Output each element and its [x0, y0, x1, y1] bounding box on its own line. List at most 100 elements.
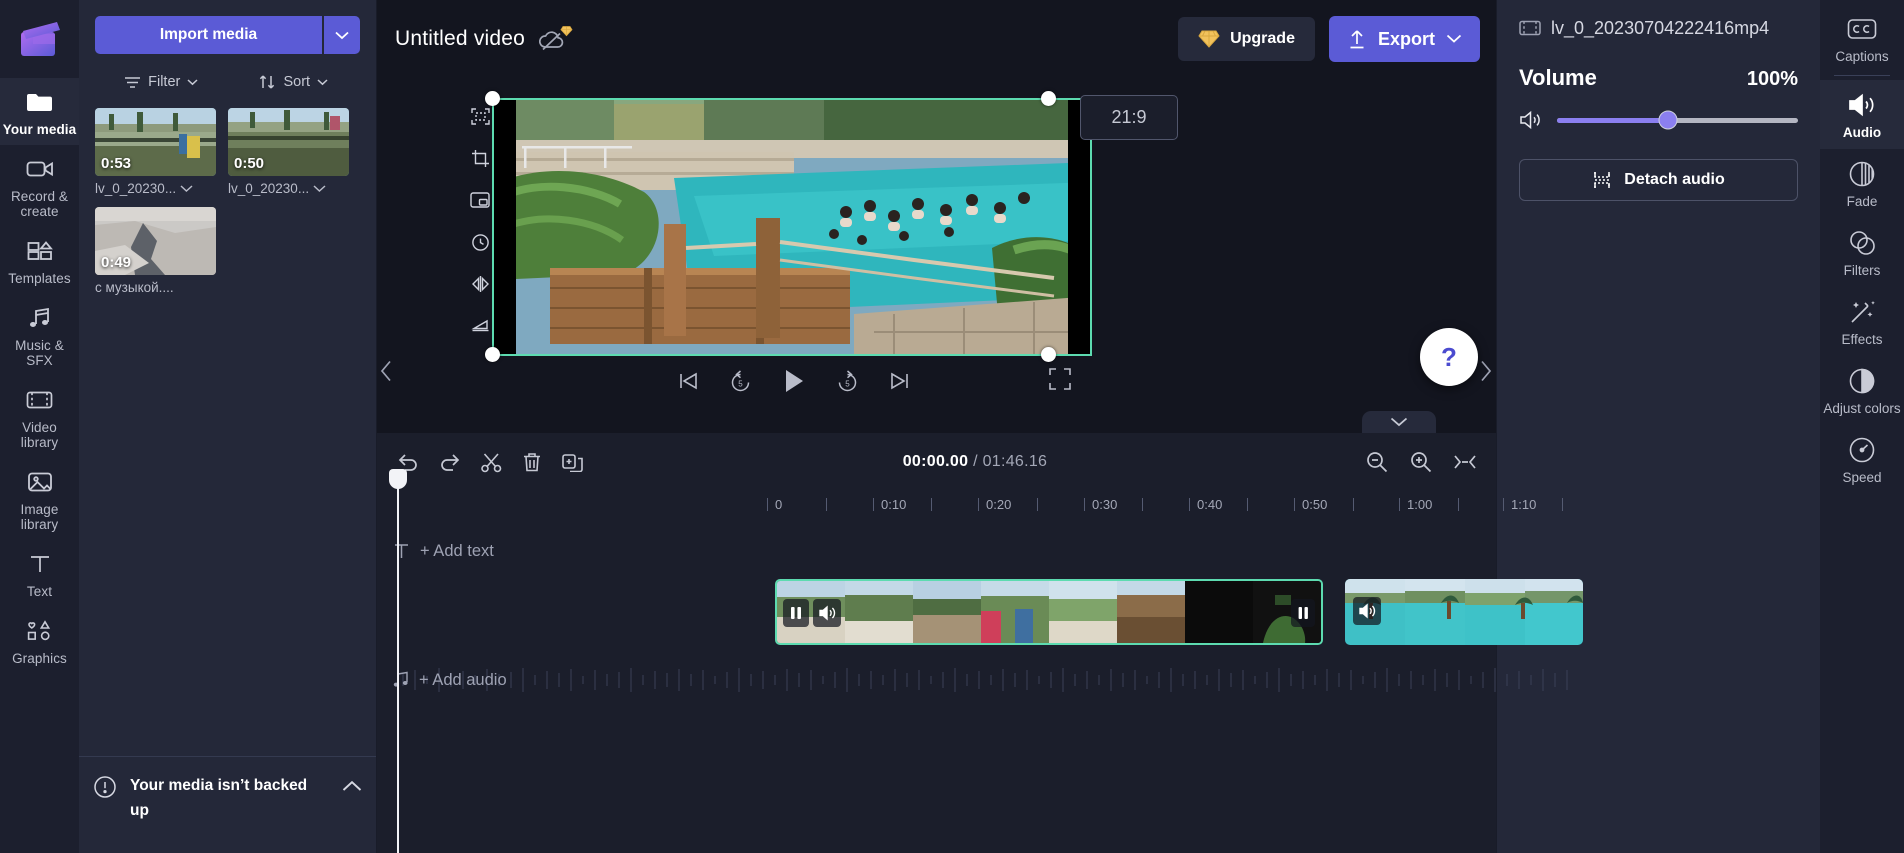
- right-rail-item-label: Captions: [1835, 49, 1889, 64]
- export-button[interactable]: Export: [1328, 16, 1480, 62]
- panel-collapse-right-button[interactable]: [1479, 360, 1492, 388]
- volume-row: Volume 100%: [1519, 65, 1798, 91]
- timeline-clip[interactable]: [775, 579, 1323, 645]
- sort-label: Sort: [283, 74, 311, 90]
- fit-timeline-button[interactable]: [1454, 452, 1476, 472]
- backup-notice-text: Your media isn’t backed up: [130, 777, 308, 819]
- media-thumbnail[interactable]: 0:50: [228, 108, 349, 176]
- left-nav-rail: Your media Record & create Templates Mus…: [0, 0, 79, 853]
- redo-button[interactable]: [439, 452, 461, 472]
- speaker-icon: [819, 605, 836, 621]
- right-rail-item-filters[interactable]: Filters: [1820, 218, 1904, 287]
- right-rail-item-label: Speed: [1842, 470, 1882, 485]
- volume-slider-knob[interactable]: [1658, 110, 1678, 130]
- skip-to-end-button[interactable]: [889, 370, 911, 392]
- timeline-clip[interactable]: [1345, 579, 1583, 645]
- media-item[interactable]: 0:50 lv_0_20230...: [228, 108, 349, 196]
- sidebar-item-graphics[interactable]: Graphics: [0, 607, 79, 674]
- video-title[interactable]: Untitled video: [395, 27, 525, 51]
- media-item[interactable]: 0:49 с музыкой....: [95, 207, 216, 295]
- import-media-dropdown-button[interactable]: [324, 16, 360, 54]
- sidebar-item-video-library[interactable]: Video library: [0, 376, 79, 458]
- video-canvas[interactable]: [492, 98, 1092, 356]
- audio-waveform: [402, 668, 1568, 692]
- fit-frame-button[interactable]: [461, 100, 499, 132]
- fullscreen-button[interactable]: [1049, 368, 1071, 395]
- rewind-5-icon: 5: [731, 369, 750, 391]
- ruler-tick: 0:40: [1188, 497, 1223, 512]
- sidebar-item-music-sfx[interactable]: Music & SFX: [0, 294, 79, 376]
- right-rail-item-fade[interactable]: Fade: [1820, 149, 1904, 218]
- clip-pause-badge[interactable]: [783, 599, 809, 627]
- pip-button[interactable]: [461, 184, 499, 216]
- volume-slider-track[interactable]: [1557, 110, 1798, 130]
- panel-collapse-left-button[interactable]: [380, 360, 393, 388]
- split-button[interactable]: [481, 452, 502, 473]
- properties-panel: lv_0_20230704222416mp4 Volume 100% Detac…: [1496, 0, 1820, 853]
- upgrade-button[interactable]: Upgrade: [1178, 17, 1315, 61]
- rotate-button[interactable]: [461, 226, 499, 258]
- flip-vertical-button[interactable]: [461, 310, 499, 342]
- flip-horizontal-button[interactable]: [461, 268, 499, 300]
- chevron-up-icon[interactable]: [342, 779, 362, 797]
- preview-collapse-button[interactable]: [1362, 411, 1436, 433]
- filter-label: Filter: [148, 74, 181, 90]
- import-media-button[interactable]: Import media: [95, 16, 322, 54]
- resize-handle-bottom-left[interactable]: [485, 347, 500, 362]
- volume-slider-row[interactable]: [1519, 109, 1798, 131]
- clip-audio-badge[interactable]: [1353, 597, 1381, 625]
- sidebar-item-text[interactable]: Text: [0, 540, 79, 607]
- right-rail-item-effects[interactable]: Effects: [1820, 287, 1904, 356]
- rewind-5-button[interactable]: 5: [729, 369, 752, 393]
- play-button[interactable]: [782, 368, 806, 394]
- timeline-ruler[interactable]: 0 0:10 0:20 0:30 0:40 0:50 1:00 1:10: [377, 491, 1563, 521]
- resize-handle-bottom-right[interactable]: [1041, 347, 1056, 362]
- aspect-ratio-chip[interactable]: 21:9: [1080, 95, 1178, 140]
- clip-audio-badge[interactable]: [813, 599, 841, 627]
- media-item-name: lv_0_20230...: [95, 181, 177, 196]
- detach-audio-button[interactable]: Detach audio: [1519, 159, 1798, 201]
- right-rail-item-adjust-colors[interactable]: Adjust colors: [1820, 356, 1904, 425]
- resize-handle-top-right[interactable]: [1041, 91, 1056, 106]
- clip-trim-handle-right[interactable]: [1291, 599, 1315, 627]
- right-rail-item-captions[interactable]: Captions: [1820, 4, 1904, 73]
- ruler-tick: 1:10: [1502, 497, 1537, 512]
- media-item-footer: lv_0_20230...: [95, 181, 216, 196]
- sidebar-item-templates[interactable]: Templates: [0, 227, 79, 294]
- right-rail-item-label: Fade: [1846, 194, 1878, 209]
- chevron-down-icon[interactable]: [180, 184, 193, 193]
- pip-icon: [470, 192, 490, 208]
- delete-button[interactable]: [522, 452, 542, 473]
- forward-5-button[interactable]: 5: [836, 369, 859, 393]
- zoom-out-button[interactable]: [1366, 451, 1388, 473]
- volume-value: 100%: [1746, 68, 1798, 90]
- sidebar-item-label: Image library: [20, 502, 59, 532]
- sort-button[interactable]: Sort: [228, 68, 361, 96]
- media-thumbnail[interactable]: 0:53: [95, 108, 216, 176]
- timeline-playhead[interactable]: [389, 469, 407, 853]
- add-audio-track[interactable]: + Add audio: [393, 657, 1568, 703]
- ruler-tick: 0:10: [872, 497, 907, 512]
- sidebar-item-your-media[interactable]: Your media: [0, 78, 79, 145]
- sidebar-item-image-library[interactable]: Image library: [0, 458, 79, 540]
- app-logo[interactable]: [0, 0, 79, 78]
- skip-to-start-button[interactable]: [677, 370, 699, 392]
- media-thumbnail[interactable]: 0:49: [95, 207, 216, 275]
- media-item[interactable]: 0:53 lv_0_20230...: [95, 108, 216, 196]
- crop-button[interactable]: [461, 142, 499, 174]
- sidebar-item-label: Record & create: [10, 189, 69, 219]
- duplicate-button[interactable]: [562, 452, 584, 472]
- timeline-zoom-controls: [1366, 451, 1476, 473]
- chevron-down-icon[interactable]: [313, 184, 326, 193]
- sidebar-item-record-create[interactable]: Record & create: [0, 145, 79, 227]
- filter-button[interactable]: Filter: [95, 68, 228, 96]
- right-rail-item-speed[interactable]: Speed: [1820, 425, 1904, 494]
- video-preview[interactable]: [485, 91, 1092, 362]
- top-toolbar: Untitled video Upgrade Export: [377, 0, 1496, 78]
- help-button[interactable]: ?: [1420, 328, 1478, 386]
- cloud-off-icon[interactable]: [539, 24, 573, 54]
- add-text-track[interactable]: + Add text: [393, 529, 1480, 573]
- right-rail-item-audio[interactable]: Audio: [1820, 80, 1904, 149]
- zoom-in-button[interactable]: [1410, 451, 1432, 473]
- svg-text:5: 5: [738, 379, 743, 388]
